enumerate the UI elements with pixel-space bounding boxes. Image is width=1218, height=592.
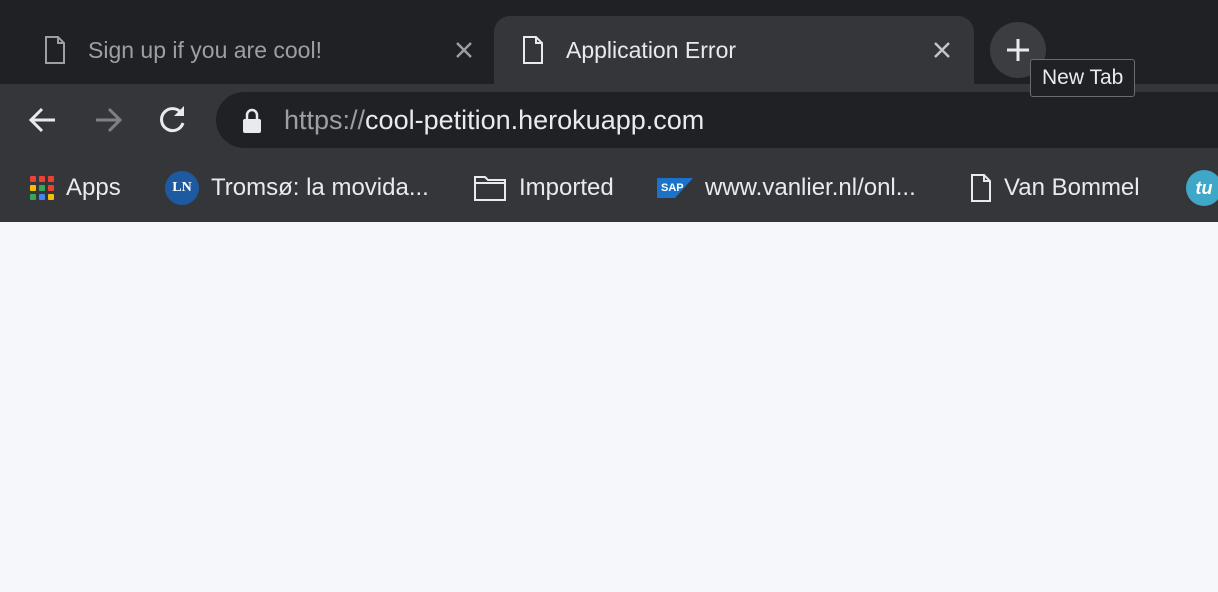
tab-application-error[interactable]: Application Error (494, 16, 974, 84)
url-text[interactable]: https://cool-petition.herokuapp.com (284, 105, 704, 135)
reload-icon[interactable] (154, 102, 190, 138)
page-content (0, 222, 1218, 592)
tab-title: Application Error (566, 37, 737, 63)
tab-sign-up[interactable]: Sign up if you are cool! (0, 16, 494, 84)
new-tab-tooltip: New Tab (1030, 59, 1136, 97)
tu-favicon: tu (1186, 170, 1218, 206)
bookmark-label: Imported (519, 174, 614, 201)
bookmark-apps[interactable]: Apps (30, 168, 121, 208)
sap-favicon: SAP (657, 178, 693, 198)
tab-title: Sign up if you are cool! (88, 37, 322, 63)
bookmark-tu[interactable]: tu (1186, 168, 1218, 208)
bookmarks-bar: Apps LN Tromsø: la movida... Imported SA… (0, 154, 1218, 222)
lock-icon[interactable] (242, 108, 262, 134)
bookmark-tromso[interactable]: LN Tromsø: la movida... (165, 168, 429, 208)
folder-icon (474, 176, 506, 201)
bookmark-label: Van Bommel (1004, 174, 1140, 201)
back-arrow-icon[interactable] (25, 102, 61, 138)
page-icon (45, 36, 65, 64)
bookmark-label: Tromsø: la movida... (211, 174, 429, 201)
url-scheme: https:// (284, 105, 366, 135)
address-bar[interactable]: https://cool-petition.herokuapp.com (216, 92, 1218, 148)
page-icon (971, 174, 991, 202)
close-icon[interactable] (452, 38, 476, 62)
bookmark-folder-imported[interactable]: Imported (473, 168, 614, 208)
close-icon[interactable] (930, 38, 954, 62)
bookmark-van-bommel[interactable]: Van Bommel (970, 168, 1140, 208)
bookmark-vanlier[interactable]: SAP www.vanlier.nl/onl... (657, 168, 916, 208)
bookmark-label: Apps (66, 174, 121, 201)
forward-arrow-icon[interactable] (90, 102, 126, 138)
apps-grid-icon (30, 176, 54, 200)
plus-icon (1007, 39, 1029, 61)
bookmark-label: www.vanlier.nl/onl... (705, 174, 916, 201)
ln-favicon: LN (165, 171, 199, 205)
url-host: cool-petition.herokuapp.com (365, 105, 705, 135)
page-icon (523, 36, 543, 64)
